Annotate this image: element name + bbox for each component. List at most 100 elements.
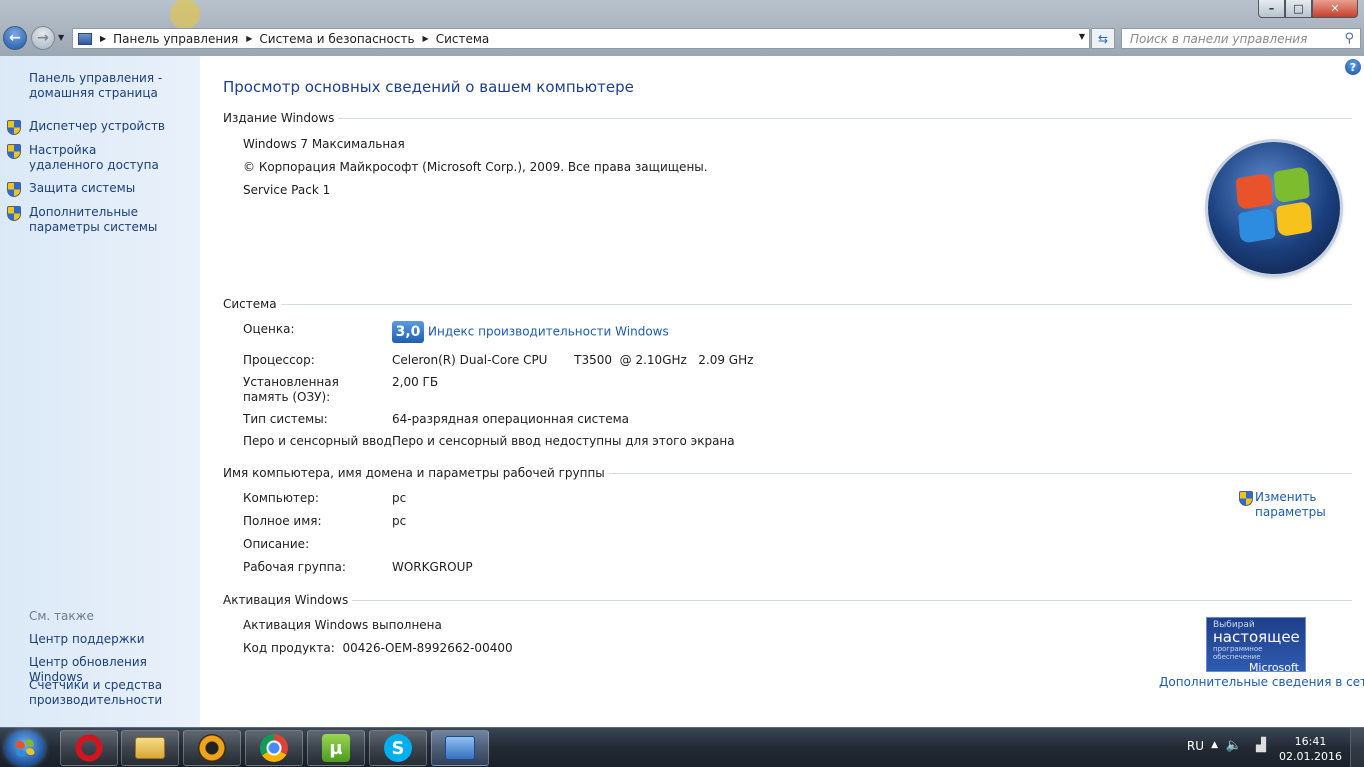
change-settings-button[interactable]: Изменить параметры xyxy=(1239,490,1329,520)
search-input[interactable]: Поиск в панели управления ⚲ xyxy=(1121,28,1361,49)
description-label: Описание: xyxy=(243,537,310,551)
performance-score-badge[interactable]: 3,0 xyxy=(392,321,424,343)
more-info-online-link[interactable]: Дополнительные сведения в сети... xyxy=(1159,675,1364,689)
see-also-heading: См. также xyxy=(29,609,94,623)
minimize-button[interactable]: – xyxy=(1258,0,1285,18)
folder-icon xyxy=(135,737,165,759)
page-title: Просмотр основных сведений о вашем компь… xyxy=(223,78,634,96)
shield-icon xyxy=(7,206,21,221)
workgroup-value: WORKGROUP xyxy=(392,560,473,574)
product-key: Код продукта: 00426-OEM-8992662-00400 xyxy=(243,641,513,655)
main-content: ? Просмотр основных сведений о вашем ком… xyxy=(200,56,1364,727)
taskbar-aimp[interactable] xyxy=(183,730,241,766)
address-dropdown-icon[interactable]: ▼ xyxy=(1079,32,1085,41)
breadcrumb-system[interactable]: Система xyxy=(436,32,490,46)
activation-status: Активация Windows выполнена xyxy=(243,618,442,632)
section-computer-name: Имя компьютера, имя домена и параметры р… xyxy=(223,466,1352,480)
system-protection-link[interactable]: Защита системы xyxy=(29,181,135,196)
arrow-left-icon: ← xyxy=(9,30,21,46)
breadcrumb-control-panel[interactable]: Панель управления xyxy=(113,32,238,46)
control-panel-home-link[interactable]: Панель управления - домашняя страница xyxy=(29,71,189,101)
action-center-link[interactable]: Центр поддержки xyxy=(29,632,145,647)
section-windows-edition: Издание Windows xyxy=(223,111,1352,125)
volume-icon[interactable]: 🔈 xyxy=(1226,738,1242,753)
shield-icon xyxy=(7,182,21,197)
section-heading: Издание Windows xyxy=(223,111,335,125)
section-system: Система xyxy=(223,297,1352,311)
service-pack: Service Pack 1 xyxy=(243,183,331,197)
remote-settings-link[interactable]: Настройка удаленного доступа xyxy=(29,143,169,173)
workgroup-label: Рабочая группа: xyxy=(243,560,346,574)
arrow-right-icon: → xyxy=(37,30,49,46)
control-panel-icon xyxy=(78,32,92,45)
shield-icon xyxy=(7,120,21,135)
system-type-label: Тип системы: xyxy=(243,412,328,426)
opera-icon xyxy=(75,734,103,762)
ram-label: Установленная память (ОЗУ): xyxy=(243,375,339,404)
forward-button[interactable]: → xyxy=(31,26,55,50)
search-placeholder: Поиск в панели управления xyxy=(1130,31,1308,46)
search-icon[interactable]: ⚲ xyxy=(1344,31,1354,46)
back-button[interactable]: ← xyxy=(3,26,27,50)
cpu-value: Celeron(R) Dual-Core CPU T3500 @ 2.10GHz… xyxy=(392,353,754,367)
title-bar: – □ ✕ ← → ▼ ▶ Панель управления ▶ Система … xyxy=(0,0,1364,56)
full-name-value: pc xyxy=(392,514,407,528)
show-hidden-icons-icon[interactable]: ▲ xyxy=(1211,740,1218,750)
clock-date: 02.01.2016 xyxy=(1279,750,1342,763)
section-activation: Активация Windows xyxy=(223,593,1352,607)
shield-icon xyxy=(1239,491,1253,506)
taskbar-skype[interactable]: S xyxy=(369,730,427,766)
section-heading: Система xyxy=(223,297,277,311)
show-desktop-button[interactable] xyxy=(1350,728,1364,767)
rating-label: Оценка: xyxy=(243,322,295,336)
windows-logo-icon xyxy=(1208,142,1340,274)
windows-flag-icon xyxy=(15,738,35,758)
cpu-label: Процессор: xyxy=(243,353,315,367)
pen-touch-label: Перо и сенсорный ввод: xyxy=(243,434,396,448)
copyright-text: © Корпорация Майкрософт (Microsoft Corp.… xyxy=(243,160,708,174)
taskbar-explorer[interactable] xyxy=(121,730,179,766)
aimp-icon xyxy=(198,734,226,762)
refresh-button[interactable]: ⇆ xyxy=(1091,28,1115,49)
network-icon[interactable]: ▟ xyxy=(1256,738,1266,753)
utorrent-icon: µ xyxy=(322,734,350,762)
left-pane: Панель управления - домашняя страница Ди… xyxy=(0,56,200,727)
computer-name-value: pc xyxy=(392,491,407,505)
device-manager-link[interactable]: Диспетчер устройств xyxy=(29,119,165,134)
chevron-right-icon[interactable]: ▶ xyxy=(423,34,429,43)
genuine-microsoft-logo: Выбирай настоящее программное обеспечени… xyxy=(1206,617,1306,674)
shield-icon xyxy=(7,144,21,159)
performance-tools-link[interactable]: Счетчики и средства производительности xyxy=(29,678,169,708)
language-indicator[interactable]: RU xyxy=(1187,739,1204,753)
taskbar-chrome[interactable] xyxy=(245,730,303,766)
refresh-icon: ⇆ xyxy=(1097,31,1109,46)
ram-value: 2,00 ГБ xyxy=(392,375,439,389)
edition-name: Windows 7 Максимальная xyxy=(243,137,405,151)
chevron-right-icon[interactable]: ▶ xyxy=(246,34,252,43)
clock-time: 16:41 xyxy=(1294,735,1327,748)
taskbar-opera[interactable] xyxy=(60,730,118,766)
clock[interactable]: 16:41 02.01.2016 xyxy=(1279,734,1342,764)
close-button[interactable]: ✕ xyxy=(1312,0,1358,18)
maximize-button[interactable]: □ xyxy=(1285,0,1312,18)
performance-index-link[interactable]: Индекс производительности Windows xyxy=(428,325,669,339)
recent-pages-dropdown[interactable]: ▼ xyxy=(58,33,64,42)
start-button[interactable] xyxy=(5,730,45,766)
control-panel-icon xyxy=(445,736,475,760)
computer-name-label: Компьютер: xyxy=(243,491,319,505)
section-heading: Активация Windows xyxy=(223,593,349,607)
rating-value: 3,0 Индекс производительности Windows xyxy=(392,321,669,343)
breadcrumb-system-security[interactable]: Система и безопасность xyxy=(259,32,414,46)
chevron-right-icon[interactable]: ▶ xyxy=(100,34,106,43)
pen-touch-value: Перо и сенсорный ввод недоступны для это… xyxy=(392,434,735,448)
full-name-label: Полное имя: xyxy=(243,514,322,528)
address-bar[interactable]: ▶ Панель управления ▶ Система и безопаснос… xyxy=(72,28,1090,49)
system-type-value: 64-разрядная операционная система xyxy=(392,412,630,426)
taskbar: µ S RU ▲ 🔈 ▟ 16:41 02.01.2016 xyxy=(0,727,1364,767)
taskbar-utorrent[interactable]: µ xyxy=(307,730,365,766)
skype-icon: S xyxy=(384,734,412,762)
section-heading: Имя компьютера, имя домена и параметры р… xyxy=(223,466,605,480)
advanced-settings-link[interactable]: Дополнительные параметры системы xyxy=(29,205,197,235)
taskbar-control-panel[interactable] xyxy=(431,730,489,766)
help-icon[interactable]: ? xyxy=(1345,59,1361,75)
